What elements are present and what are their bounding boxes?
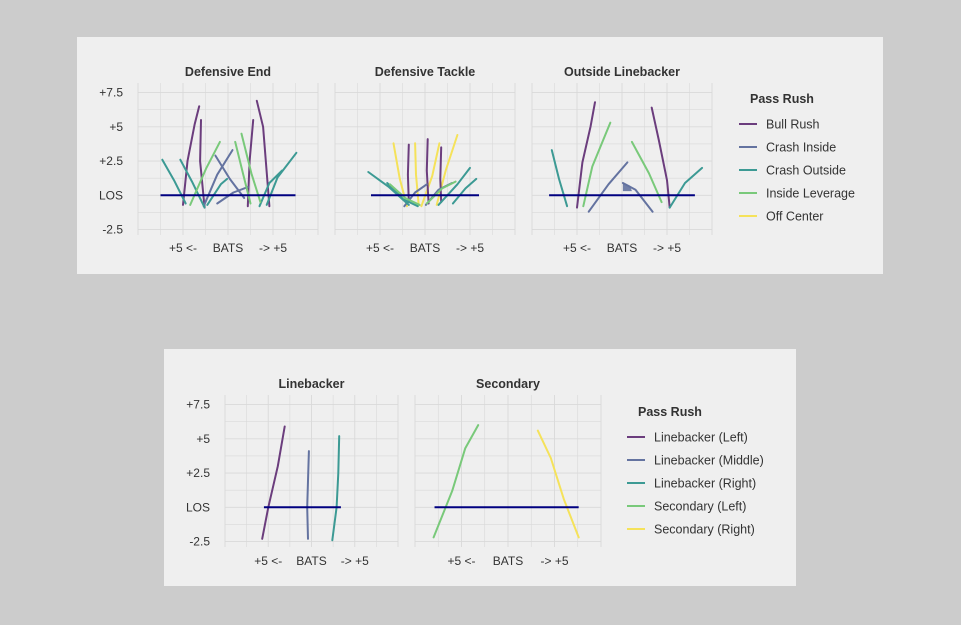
- y-tick-label: +2.5: [99, 154, 123, 168]
- legend: Pass Rush Bull Rush Crash Inside Crash Outs…: [739, 92, 855, 224]
- legend: Pass Rush Linebacker (Left) Linebacker (Mi…: [627, 405, 764, 537]
- legend-label-crash-inside: Crash Inside: [766, 141, 836, 155]
- x-tick-label: +5 <-: [169, 241, 197, 255]
- legend-label-crash-outside: Crash Outside: [766, 164, 846, 178]
- series-line: [536, 429, 580, 539]
- series-line: [668, 166, 704, 209]
- series-line: [582, 121, 612, 208]
- x-tick-label: -> +5: [259, 241, 287, 255]
- y-tick-label: -2.5: [102, 223, 123, 237]
- x-tick-label: BATS: [493, 554, 523, 568]
- series-line: [420, 142, 441, 208]
- x-tick-label: -> +5: [341, 554, 369, 568]
- bottom-chart-panel: +7.5 +5 +2.5 LOS -2.5 Linebacker +5 <- BATS -> +…: [164, 349, 796, 586]
- legend-label-inside-leverage: Inside Leverage: [766, 187, 855, 201]
- series-line: [261, 425, 286, 540]
- y-tick-label: +5: [109, 120, 123, 134]
- series-line: [161, 158, 187, 205]
- x-tick-label: -> +5: [540, 554, 568, 568]
- series-line: [451, 177, 478, 205]
- x-tick-label: BATS: [296, 554, 326, 568]
- legend-label-linebacker-right: Linebacker (Right): [654, 477, 756, 491]
- legend-label-off-center: Off Center: [766, 210, 823, 224]
- legend-label-secondary-right: Secondary (Right): [654, 523, 755, 537]
- facet-title: Secondary: [476, 377, 540, 391]
- bottom-chart-svg: +7.5 +5 +2.5 LOS -2.5 Linebacker +5 <- BATS -> +…: [186, 377, 764, 568]
- legend-label-linebacker-left: Linebacker (Left): [654, 431, 748, 445]
- y-tick-label: +7.5: [186, 398, 210, 412]
- y-tick-label: LOS: [186, 500, 210, 514]
- legend-title: Pass Rush: [638, 405, 702, 419]
- series-line: [432, 424, 480, 539]
- facet-linebacker: Linebacker +5 <- BATS -> +5: [224, 377, 399, 568]
- facet-secondary: Secondary +5 <- BATS -> +5: [414, 377, 602, 568]
- x-tick-label: -> +5: [653, 241, 681, 255]
- series-line: [630, 140, 663, 204]
- facet-title: Linebacker: [278, 377, 344, 391]
- x-tick-label: +5 <-: [563, 241, 591, 255]
- x-tick-label: BATS: [607, 241, 637, 255]
- legend-title: Pass Rush: [750, 92, 814, 106]
- y-tick-label: +2.5: [186, 466, 210, 480]
- facet-title: Outside Linebacker: [564, 65, 680, 79]
- facet-outside-linebacker: Outside Linebacker +5 <- BATS -> +5: [531, 65, 713, 255]
- legend-label-bull-rush: Bull Rush: [766, 118, 820, 132]
- y-tick-label: +7.5: [99, 86, 123, 100]
- y-tick-label: -2.5: [189, 535, 210, 549]
- legend-label-linebacker-middle: Linebacker (Middle): [654, 454, 764, 468]
- top-chart-panel: +7.5 +5 +2.5 LOS -2.5 Defensive End +5 <- BATS -…: [77, 37, 883, 274]
- facet-defensive-tackle: Defensive Tackle +5 <- BATS -> +5: [334, 65, 516, 255]
- y-tick-label: +5: [196, 432, 210, 446]
- series-line: [406, 143, 410, 204]
- series-line: [425, 138, 430, 205]
- facet-title: Defensive Tackle: [375, 65, 476, 79]
- top-chart-svg: +7.5 +5 +2.5 LOS -2.5 Defensive End +5 <- BATS -…: [99, 65, 855, 255]
- x-tick-label: BATS: [213, 241, 243, 255]
- facet-defensive-end: Defensive End +5 <- BATS -> +5: [137, 65, 319, 255]
- series-line: [306, 450, 310, 540]
- x-tick-label: -> +5: [456, 241, 484, 255]
- legend-label-secondary-left: Secondary (Left): [654, 500, 746, 514]
- x-tick-label: +5 <-: [366, 241, 394, 255]
- facet-title: Defensive End: [185, 65, 271, 79]
- x-tick-label: +5 <-: [447, 554, 475, 568]
- x-tick-label: BATS: [410, 241, 440, 255]
- y-tick-label: LOS: [99, 188, 123, 202]
- series-line: [255, 99, 271, 208]
- series-line: [439, 146, 443, 204]
- x-tick-label: +5 <-: [254, 554, 282, 568]
